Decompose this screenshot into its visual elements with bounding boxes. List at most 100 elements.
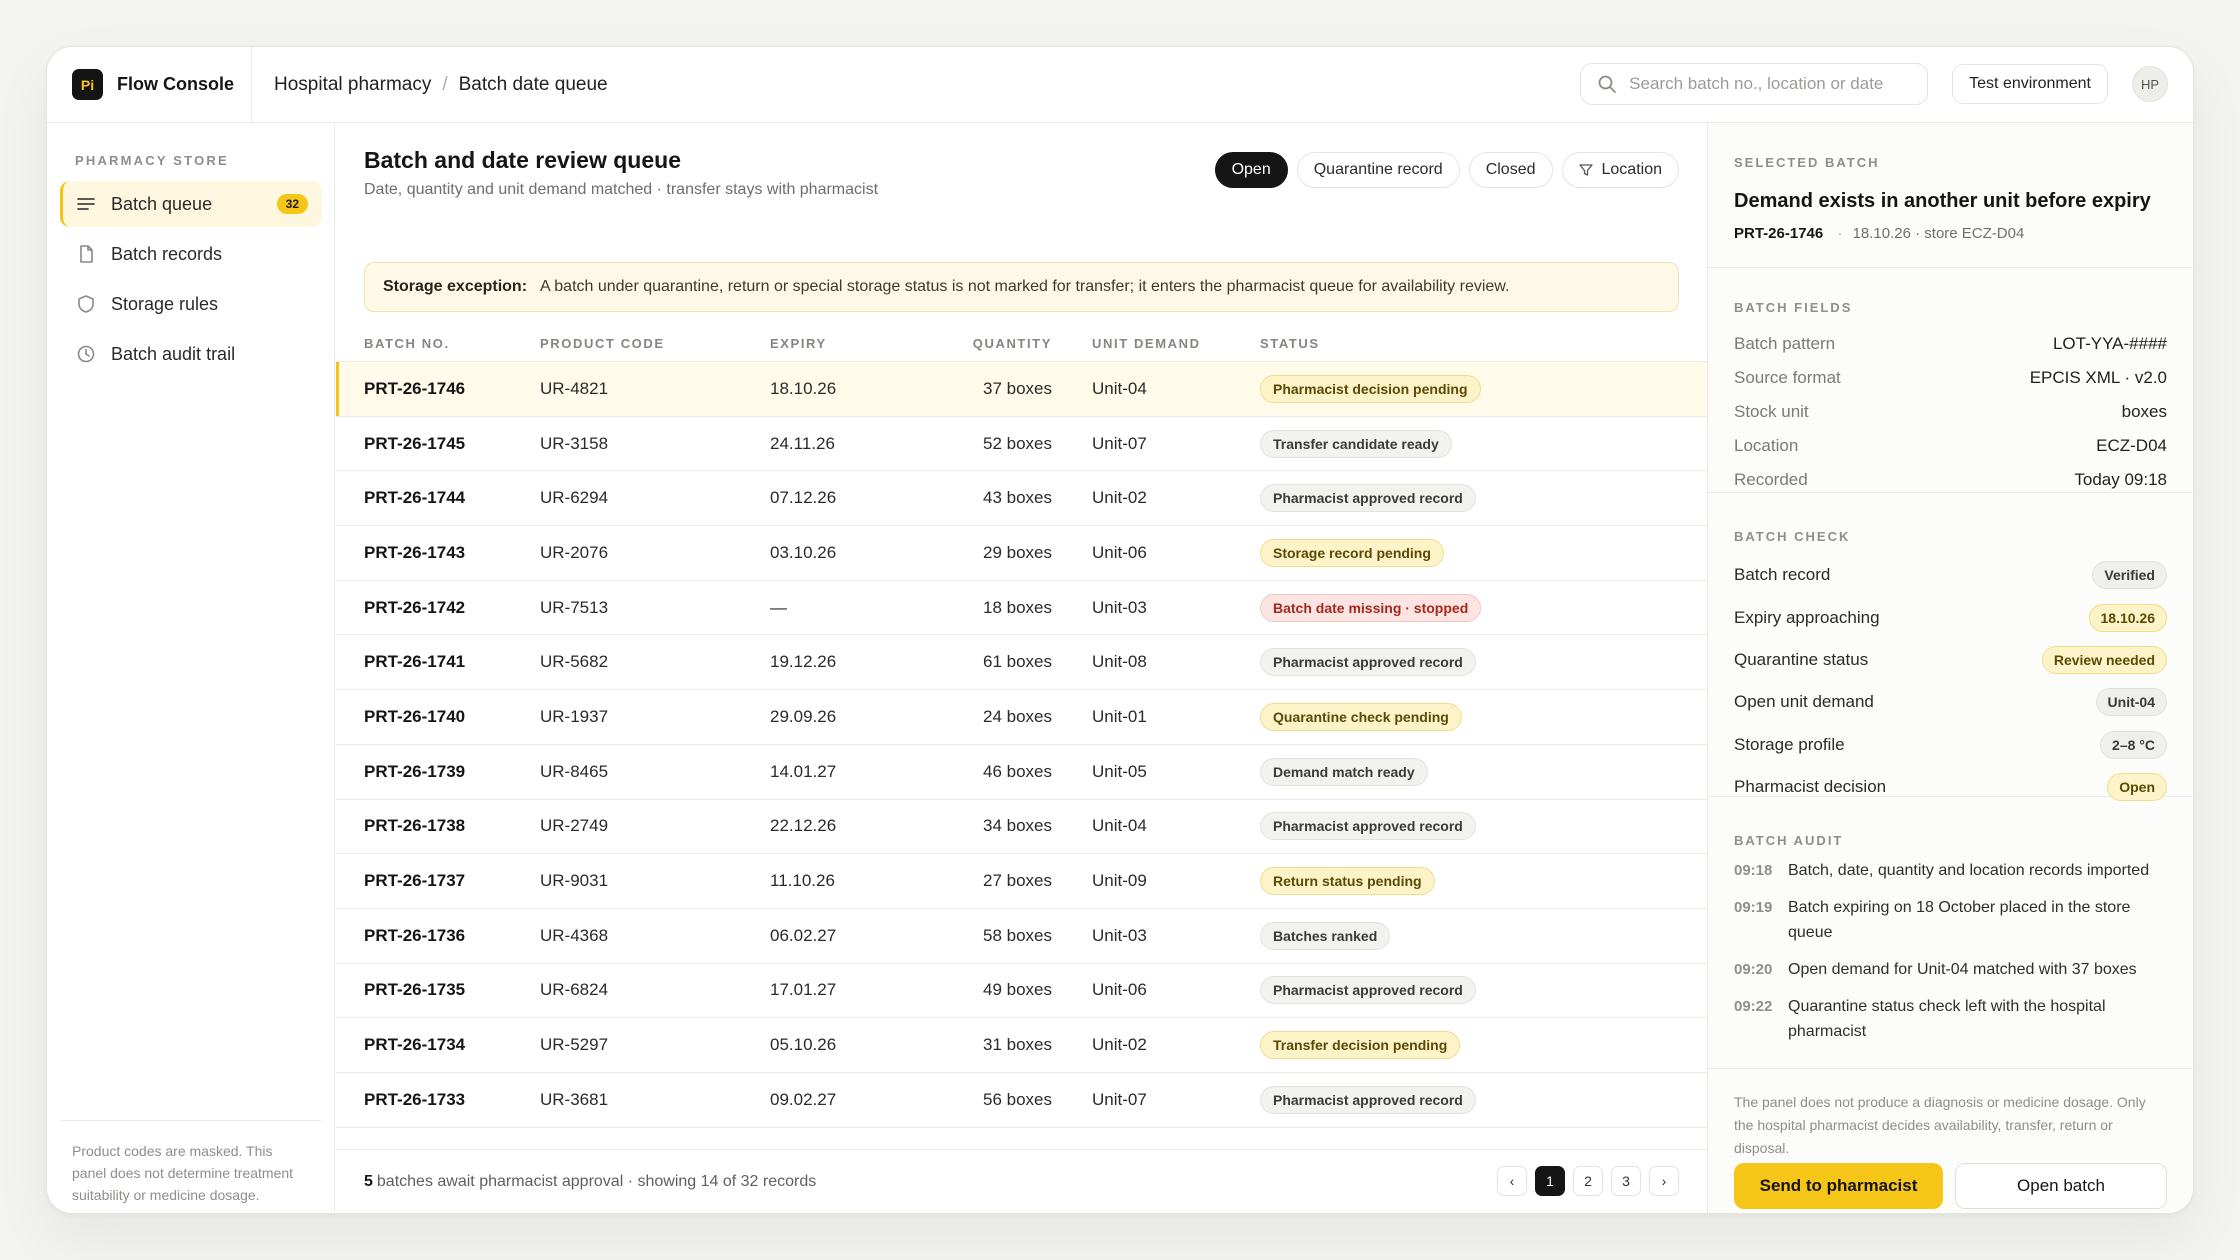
sidebar-item-label: Storage rules (111, 293, 219, 314)
page-button-2[interactable]: 2 (1573, 1166, 1603, 1196)
breadcrumb-section[interactable]: Hospital pharmacy (274, 74, 431, 96)
audit-text: Batch, date, quantity and location recor… (1788, 862, 2150, 879)
batch-number: PRT-26-1733 (364, 1089, 466, 1109)
status-cell: Transfer candidate ready (1260, 429, 1707, 458)
table-row[interactable]: PRT-26-1736 UR-4368 06.02.27 58 boxes Unit-0… (336, 909, 1707, 964)
batch-number: PRT-26-1734 (364, 1035, 466, 1055)
app-name: Flow Console (117, 74, 234, 94)
table-row[interactable]: PRT-26-1746 UR-4821 18.10.26 37 boxes Unit-0… (336, 362, 1707, 417)
check-label: Expiry approaching (1734, 607, 1880, 627)
column-header-product-code[interactable]: PRODUCT CODE (540, 336, 770, 351)
batch-number: PRT-26-1737 (364, 871, 466, 891)
column-header-status[interactable]: STATUS (1260, 336, 1707, 351)
product-code: UR-2749 (540, 816, 609, 836)
status-cell: Storage record pending (1260, 538, 1707, 567)
next-page-button[interactable]: › (1649, 1166, 1679, 1196)
batch-number: PRT-26-1745 (364, 433, 466, 453)
detail-panel: SELECTED BATCH Demand exists in another … (1707, 123, 2193, 1213)
batch-number: PRT-26-1741 (364, 652, 466, 672)
panel-disclaimer: The panel does not produce a diagnosis o… (1734, 1094, 2146, 1156)
filter-closed[interactable]: Closed (1468, 152, 1553, 188)
audit-time: 09:20 (1734, 961, 1773, 978)
top-right-controls: Test environment HP (1580, 63, 2168, 105)
table-row[interactable]: PRT-26-1741 UR-5682 19.12.26 61 boxes Unit-0… (336, 635, 1707, 691)
check-label: Open unit demand (1734, 692, 1874, 712)
search-box[interactable] (1580, 63, 1929, 105)
open-batch-button[interactable]: Open batch (1955, 1163, 2167, 1209)
batch-check-heading: BATCH CHECK (1734, 529, 1851, 544)
field-value: ECZ-D04 (2096, 436, 2167, 455)
selected-batch-title: Demand exists in another unit before exp… (1734, 190, 2151, 212)
expiry-date: 07.12.26 (770, 488, 837, 508)
unit-demand: Unit-02 (1092, 488, 1147, 508)
status-cell: Pharmacist approved record (1260, 648, 1707, 677)
audit-entry: 09:18 Batch, date, quantity and location … (1734, 858, 2167, 883)
batch-number: PRT-26-1739 (364, 761, 466, 781)
status-cell: Pharmacist decision pending (1260, 374, 1707, 403)
unit-demand: Unit-07 (1092, 433, 1147, 453)
table-row[interactable]: PRT-26-1737 UR-9031 11.10.26 27 boxes Unit-0… (336, 854, 1707, 909)
expiry-date: 11.10.26 (770, 871, 835, 891)
batch-fields-section: BATCH FIELDS Batch pattern LOT-YYA-#### So… (1708, 268, 2193, 493)
search-input[interactable] (1629, 74, 1910, 94)
table-row[interactable]: PRT-26-1745 UR-3158 24.11.26 52 boxes Unit-0… (336, 417, 1707, 472)
table-row[interactable]: PRT-26-1743 UR-2076 03.10.26 29 boxes Unit-0… (336, 526, 1707, 581)
status-badge: Batches ranked (1260, 921, 1391, 950)
status-cell: Return status pending (1260, 867, 1707, 896)
table-row[interactable]: PRT-26-1739 UR-8465 14.01.27 46 boxes Unit-0… (336, 745, 1707, 800)
field-row: Location ECZ-D04 (1734, 429, 2167, 463)
status-badge: Transfer candidate ready (1260, 429, 1452, 458)
column-header-quantity[interactable]: QUANTITY (940, 336, 1052, 351)
batch-check-list: Batch record Verified Expiry approaching 18… (1708, 554, 2193, 808)
main-content: Batch and date review queue Date, quanti… (336, 123, 1707, 1213)
expiry-date: 14.01.27 (770, 761, 837, 781)
app-window: Pi Flow Console Hospital pharmacy / Batc… (46, 46, 2194, 1214)
product-code: UR-9031 (540, 871, 609, 891)
panel-actions: Send to pharmacist Open batch (1734, 1163, 2167, 1209)
unit-demand: Unit-04 (1092, 816, 1147, 836)
sidebar-item-storage-rules[interactable]: Storage rules (60, 281, 322, 327)
column-header-batch[interactable]: BATCH NO. (336, 336, 540, 351)
page-button-3[interactable]: 3 (1611, 1166, 1641, 1196)
status-badge: Batch date missing · stopped (1260, 593, 1482, 622)
awaiting-count: 5 (364, 1172, 373, 1190)
sidebar-item-batch-queue[interactable]: Batch queue 32 (60, 181, 322, 227)
table-row[interactable]: PRT-26-1740 UR-1937 29.09.26 24 boxes Unit-0… (336, 690, 1707, 745)
table-row[interactable]: PRT-26-1733 UR-3681 09.02.27 56 boxes Unit-0… (336, 1073, 1707, 1128)
count-badge: 32 (276, 194, 308, 214)
status-badge: Pharmacist decision pending (1260, 374, 1481, 403)
quantity: 52 boxes (983, 433, 1052, 453)
filter-quarantine-record[interactable]: Quarantine record (1296, 152, 1460, 188)
table-row[interactable]: PRT-26-1744 UR-6294 07.12.26 43 boxes Unit-0… (336, 471, 1707, 527)
filter-location[interactable]: Location (1561, 152, 1679, 188)
field-value: EPCIS XML · v2.0 (2029, 368, 2167, 387)
environment-button[interactable]: Test environment (1952, 64, 2108, 104)
sidebar-item-batch-audit-trail[interactable]: Batch audit trail (60, 331, 322, 377)
check-label: Quarantine status (1734, 649, 1869, 669)
table-row[interactable]: PRT-26-1735 UR-6824 17.01.27 49 boxes Unit-0… (336, 964, 1707, 1019)
column-header-expiry[interactable]: EXPIRY (770, 336, 940, 351)
table-row[interactable]: PRT-26-1734 UR-5297 05.10.26 31 boxes Unit-0… (336, 1018, 1707, 1073)
document-icon (75, 243, 97, 265)
quantity: 61 boxes (983, 652, 1052, 672)
column-header-unit-demand[interactable]: UNIT DEMAND (1052, 336, 1260, 351)
breadcrumb-page: Batch date queue (458, 73, 608, 95)
table-row[interactable]: PRT-26-1742 UR-7513 — 18 boxes Unit-03 Batch … (336, 581, 1707, 636)
filter-open[interactable]: Open (1214, 152, 1288, 188)
batch-number: PRT-26-1744 (364, 488, 466, 508)
check-label: Pharmacist decision (1734, 777, 1887, 797)
status-cell: Transfer decision pending (1260, 1031, 1707, 1060)
brand[interactable]: Pi Flow Console (47, 47, 252, 122)
avatar[interactable]: HP (2132, 66, 2168, 102)
sidebar-item-batch-records[interactable]: Batch records (60, 231, 322, 277)
app-logo: Pi (72, 69, 103, 100)
page-button-1[interactable]: 1 (1535, 1166, 1565, 1196)
send-to-pharmacist-button[interactable]: Send to pharmacist (1734, 1163, 1943, 1209)
table-row[interactable]: PRT-26-1738 UR-2749 22.12.26 34 boxes Unit-0… (336, 800, 1707, 855)
panel-footer: The panel does not produce a diagnosis o… (1708, 1069, 2193, 1160)
top-bar: Pi Flow Console Hospital pharmacy / Batc… (47, 47, 2193, 123)
prev-page-button[interactable]: ‹ (1497, 1166, 1527, 1196)
check-tag: Verified (2092, 561, 2167, 590)
expiry-date: 18.10.26 (770, 378, 837, 398)
field-value: boxes (2121, 402, 2167, 421)
